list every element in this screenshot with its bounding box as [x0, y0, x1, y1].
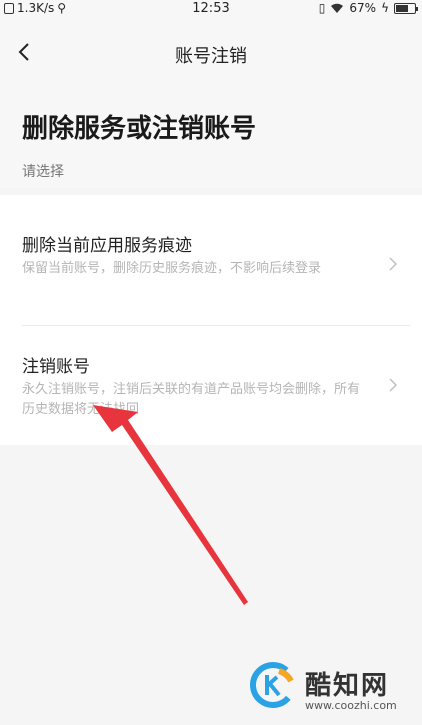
watermark: 酷知网 www.coozhi.com: [249, 659, 414, 719]
option-delete-traces[interactable]: 删除当前应用服务痕迹 保留当前账号，删除历史服务痕迹，不影响后续登录: [0, 195, 422, 325]
option-description: 永久注销账号，注销后关联的有道产品账号均会删除，所有历史数据将无法找回: [22, 382, 361, 417]
battery-percent: 67%: [349, 1, 377, 15]
options-list: 删除当前应用服务痕迹 保留当前账号，删除历史服务痕迹，不影响后续登录 注销账号 …: [0, 195, 422, 445]
vibrate-icon: ▯: [318, 1, 326, 15]
option-description: 保留当前账号，删除历史服务痕迹，不影响后续登录: [22, 261, 322, 276]
watermark-url: www.coozhi.com: [305, 699, 397, 712]
status-bar: 1.3K/s ⚲ 12:53 ▯ 67% ϟ: [0, 0, 422, 18]
charging-icon: ϟ: [381, 1, 389, 15]
battery-fill: [396, 4, 409, 12]
header-section: 删除服务或注销账号 请选择: [0, 88, 422, 188]
wifi-icon: [331, 3, 344, 13]
coozhi-logo-icon: [250, 662, 296, 708]
section-heading: 删除服务或注销账号: [22, 114, 257, 144]
battery-icon: [394, 2, 418, 14]
section-subtitle: 请选择: [22, 164, 64, 180]
nav-bar: 账号注销: [0, 18, 422, 88]
option-title: 删除当前应用服务痕迹: [22, 236, 192, 256]
option-title: 注销账号: [22, 357, 90, 377]
watermark-brand: 酷知网: [305, 671, 390, 701]
page-title: 账号注销: [175, 46, 247, 67]
chevron-right-icon: [389, 378, 398, 392]
chevron-right-icon: [389, 257, 398, 271]
option-cancel-account[interactable]: 注销账号 永久注销账号，注销后关联的有道产品账号均会删除，所有历史数据将无法找回: [0, 326, 422, 445]
status-right: ▯ 67% ϟ: [318, 1, 418, 15]
